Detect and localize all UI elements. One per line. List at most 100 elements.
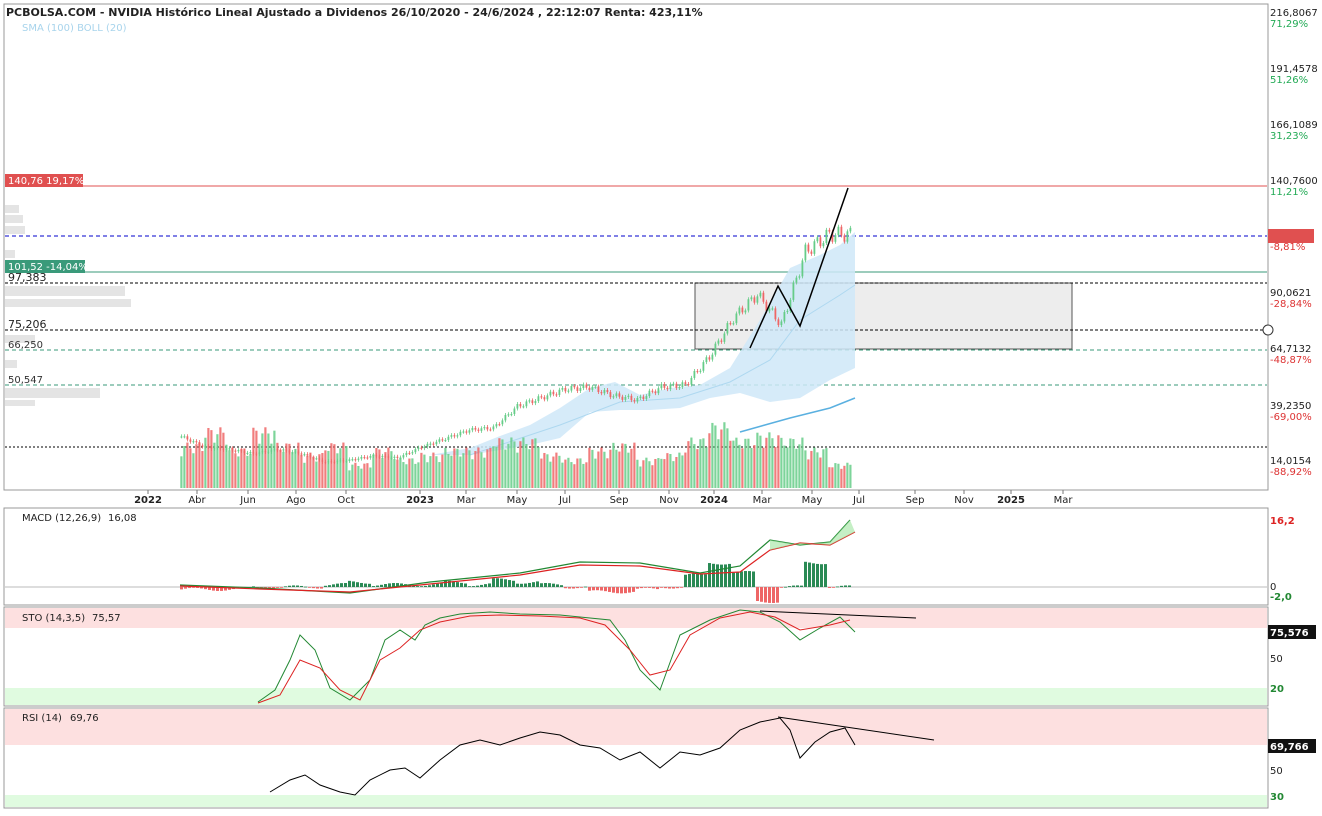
volume-bar bbox=[537, 447, 540, 488]
volume-bar bbox=[780, 437, 783, 488]
macd-hist-bar bbox=[344, 583, 347, 587]
time-tick-label: Jul bbox=[852, 495, 865, 506]
candle-body bbox=[270, 449, 273, 452]
candle-body bbox=[489, 429, 492, 431]
candle-body bbox=[315, 458, 318, 460]
volume-bar bbox=[231, 447, 234, 488]
candle-body bbox=[672, 383, 675, 385]
candle-body bbox=[615, 393, 618, 397]
macd-hist-bar bbox=[644, 587, 647, 588]
macd-hist-bar bbox=[572, 587, 575, 589]
rsi-axis-value: 69,766 bbox=[1270, 742, 1309, 753]
volume-bar bbox=[228, 450, 231, 488]
candle-body bbox=[579, 388, 582, 391]
macd-hist-bar bbox=[424, 585, 427, 587]
macd-hist-bar bbox=[576, 587, 579, 589]
candle-body bbox=[336, 460, 339, 463]
candle-body bbox=[444, 439, 447, 442]
candle-body bbox=[312, 457, 315, 459]
volume-bar bbox=[351, 464, 354, 488]
candle-body bbox=[618, 393, 621, 397]
candle-body bbox=[696, 370, 699, 373]
price-panel bbox=[3, 3, 1269, 491]
volume-bar bbox=[426, 462, 429, 488]
macd-hist-bar bbox=[340, 583, 343, 587]
candle-body bbox=[426, 443, 429, 447]
macd-hist-bar bbox=[432, 584, 435, 587]
volume-bar bbox=[183, 445, 186, 488]
volume-bar bbox=[429, 456, 432, 488]
macd-panel bbox=[3, 507, 1269, 606]
volume-bar bbox=[528, 449, 531, 488]
volume-bar bbox=[570, 462, 573, 488]
chart-svg: 2022 Abr Jun Ago Oct 2023 Mar May Jul Sep Nov 2024 M… bbox=[3, 3, 1322, 809]
volume-bar bbox=[330, 443, 333, 488]
volume-bar bbox=[369, 467, 372, 488]
volume-bar bbox=[453, 448, 456, 488]
candle-body bbox=[468, 430, 471, 433]
volume-bar bbox=[342, 442, 345, 488]
candle-body bbox=[303, 454, 306, 456]
sto-axis-50: 50 bbox=[1270, 654, 1283, 665]
volume-bar bbox=[360, 468, 363, 488]
candle-body bbox=[381, 455, 384, 458]
volume-bar bbox=[645, 457, 648, 488]
macd-hist-bar bbox=[184, 587, 187, 589]
candle-body bbox=[624, 396, 627, 400]
candle-body bbox=[567, 390, 570, 392]
candle-body bbox=[405, 452, 408, 456]
candle-body bbox=[582, 384, 585, 389]
time-tick-label: Oct bbox=[337, 495, 354, 506]
candle-body bbox=[360, 457, 363, 459]
candle-body bbox=[699, 370, 702, 372]
macd-hist-bar bbox=[500, 578, 503, 587]
volume-bar bbox=[846, 462, 849, 488]
macd-hist-bar bbox=[336, 583, 339, 587]
macd-hist-bar bbox=[696, 573, 699, 587]
macd-hist-bar bbox=[472, 586, 475, 587]
macd-hist-bar bbox=[568, 587, 571, 589]
candle-body bbox=[666, 387, 669, 390]
candle-body bbox=[576, 387, 579, 391]
candle-body bbox=[813, 241, 816, 254]
time-tick-label: Sep bbox=[906, 495, 925, 506]
volume-bar bbox=[246, 455, 249, 488]
volume-bar bbox=[423, 454, 426, 488]
volume-bar bbox=[192, 453, 195, 488]
volume-bar bbox=[642, 460, 645, 488]
volume-bar bbox=[612, 442, 615, 488]
level-handle[interactable] bbox=[1262, 324, 1274, 336]
macd-hist-bar bbox=[376, 585, 379, 587]
macd-hist-bar bbox=[816, 563, 819, 587]
volume-bar bbox=[324, 450, 327, 488]
candle-body bbox=[327, 461, 330, 463]
candle-body bbox=[612, 396, 615, 398]
volume-bar bbox=[675, 456, 678, 488]
candle-body bbox=[291, 451, 294, 454]
time-tick-label: Jul bbox=[558, 495, 571, 506]
candle-body bbox=[288, 450, 291, 453]
macd-hist-bar bbox=[464, 583, 467, 587]
volume-bar bbox=[255, 430, 258, 488]
candle-body bbox=[231, 448, 234, 451]
macd-hist-bar bbox=[608, 587, 611, 592]
macd-hist-bar bbox=[820, 564, 823, 587]
macd-hist-bar bbox=[180, 587, 183, 590]
volume-bar bbox=[567, 457, 570, 488]
candle-body bbox=[792, 282, 795, 300]
volume-bar bbox=[717, 439, 720, 488]
macd-hist-bar bbox=[320, 587, 323, 589]
rsi-value: 69,76 bbox=[70, 713, 99, 724]
macd-hist-bar bbox=[428, 585, 431, 587]
macd-hist-bar bbox=[704, 574, 707, 587]
macd-hist-bar bbox=[732, 572, 735, 587]
candle-body bbox=[732, 323, 735, 325]
candle-body bbox=[264, 450, 267, 453]
macd-hist-bar bbox=[520, 583, 523, 587]
candle-body bbox=[747, 299, 750, 311]
volume-bar bbox=[726, 428, 729, 488]
candle-body bbox=[603, 390, 606, 394]
price-tick-pct: -28,84% bbox=[1270, 299, 1312, 310]
candle-body bbox=[654, 391, 657, 394]
macd-axis-min: -2,0 bbox=[1270, 592, 1292, 603]
